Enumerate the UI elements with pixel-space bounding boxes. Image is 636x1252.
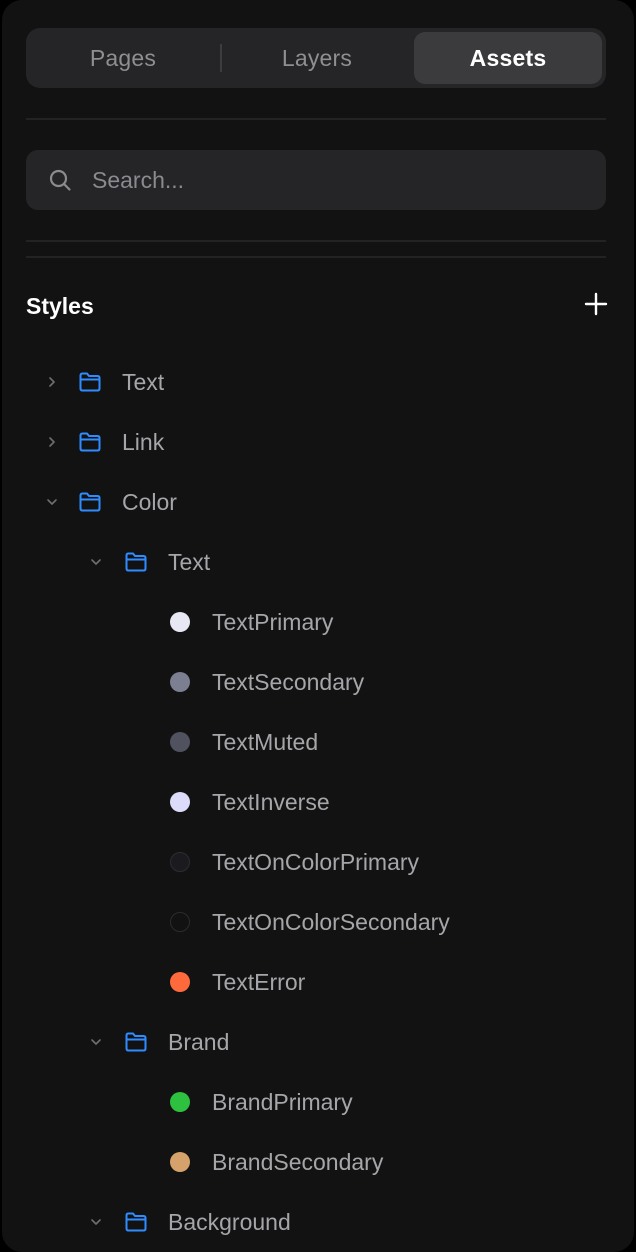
style-group-label: Link bbox=[122, 429, 165, 455]
color-style-label: TextInverse bbox=[212, 789, 330, 815]
style-group-label: Brand bbox=[168, 1029, 230, 1055]
divider bbox=[26, 240, 606, 242]
color-swatch bbox=[170, 672, 190, 692]
tab-pages[interactable]: Pages bbox=[30, 32, 216, 84]
color-style-item[interactable]: TextMuted bbox=[2, 722, 634, 762]
search-box[interactable] bbox=[26, 150, 606, 210]
folder-icon bbox=[125, 1212, 147, 1232]
color-style-label: TextError bbox=[212, 969, 306, 995]
folder-icon bbox=[125, 1032, 147, 1052]
folder-icon bbox=[79, 372, 101, 392]
tab-assets[interactable]: Assets bbox=[414, 32, 602, 84]
color-style-item[interactable]: TextSecondary bbox=[2, 662, 634, 702]
style-group-label: Color bbox=[122, 489, 177, 515]
folder-icon bbox=[79, 492, 101, 512]
divider bbox=[26, 118, 606, 120]
style-group-label: Text bbox=[168, 549, 211, 575]
styles-section-title: Styles bbox=[26, 293, 94, 319]
chevron-down-icon[interactable] bbox=[90, 1036, 102, 1048]
assets-panel: Pages Layers Assets Styles Text bbox=[2, 0, 634, 1252]
color-swatch bbox=[170, 912, 190, 932]
color-style-label: BrandSecondary bbox=[212, 1149, 384, 1175]
tab-layers[interactable]: Layers bbox=[224, 32, 410, 84]
color-swatch bbox=[170, 1092, 190, 1112]
divider bbox=[26, 256, 606, 258]
color-style-item[interactable]: BrandSecondary bbox=[2, 1142, 634, 1182]
style-subgroup-background[interactable]: Background bbox=[2, 1202, 634, 1242]
color-style-label: TextOnColorPrimary bbox=[212, 849, 420, 875]
chevron-down-icon[interactable] bbox=[90, 1216, 102, 1228]
folder-icon bbox=[79, 432, 101, 452]
color-swatch bbox=[170, 972, 190, 992]
color-style-item[interactable]: TextOnColorPrimary bbox=[2, 842, 634, 882]
color-style-item[interactable]: BrandPrimary bbox=[2, 1082, 634, 1122]
style-group-label: Background bbox=[168, 1209, 291, 1235]
color-swatch bbox=[170, 852, 190, 872]
style-group-color[interactable]: Color bbox=[2, 482, 634, 522]
color-style-item[interactable]: TextOnColorSecondary bbox=[2, 902, 634, 942]
search-input[interactable] bbox=[92, 150, 582, 210]
style-group-label: Text bbox=[122, 369, 165, 395]
color-style-label: BrandPrimary bbox=[212, 1089, 353, 1115]
color-style-label: TextOnColorSecondary bbox=[212, 909, 450, 935]
chevron-down-icon[interactable] bbox=[46, 496, 58, 508]
style-group-link[interactable]: Link bbox=[2, 422, 634, 462]
color-swatch bbox=[170, 612, 190, 632]
color-style-item[interactable]: TextPrimary bbox=[2, 602, 634, 642]
style-group-text[interactable]: Text bbox=[2, 362, 634, 402]
chevron-right-icon[interactable] bbox=[46, 376, 58, 388]
panel-tabs: Pages Layers Assets bbox=[26, 28, 606, 88]
folder-icon bbox=[125, 552, 147, 572]
chevron-right-icon[interactable] bbox=[46, 436, 58, 448]
chevron-down-icon[interactable] bbox=[90, 556, 102, 568]
color-style-item[interactable]: TextInverse bbox=[2, 782, 634, 822]
search-icon bbox=[49, 169, 71, 191]
color-swatch bbox=[170, 1152, 190, 1172]
color-style-label: TextSecondary bbox=[212, 669, 365, 695]
style-subgroup-text[interactable]: Text bbox=[2, 542, 634, 582]
color-style-label: TextPrimary bbox=[212, 609, 334, 635]
style-subgroup-brand[interactable]: Brand bbox=[2, 1022, 634, 1062]
tab-separator bbox=[220, 44, 222, 72]
color-swatch bbox=[170, 792, 190, 812]
color-style-label: TextMuted bbox=[212, 729, 319, 755]
plus-icon[interactable] bbox=[582, 290, 610, 318]
color-style-item[interactable]: TextError bbox=[2, 962, 634, 1002]
color-swatch bbox=[170, 732, 190, 752]
